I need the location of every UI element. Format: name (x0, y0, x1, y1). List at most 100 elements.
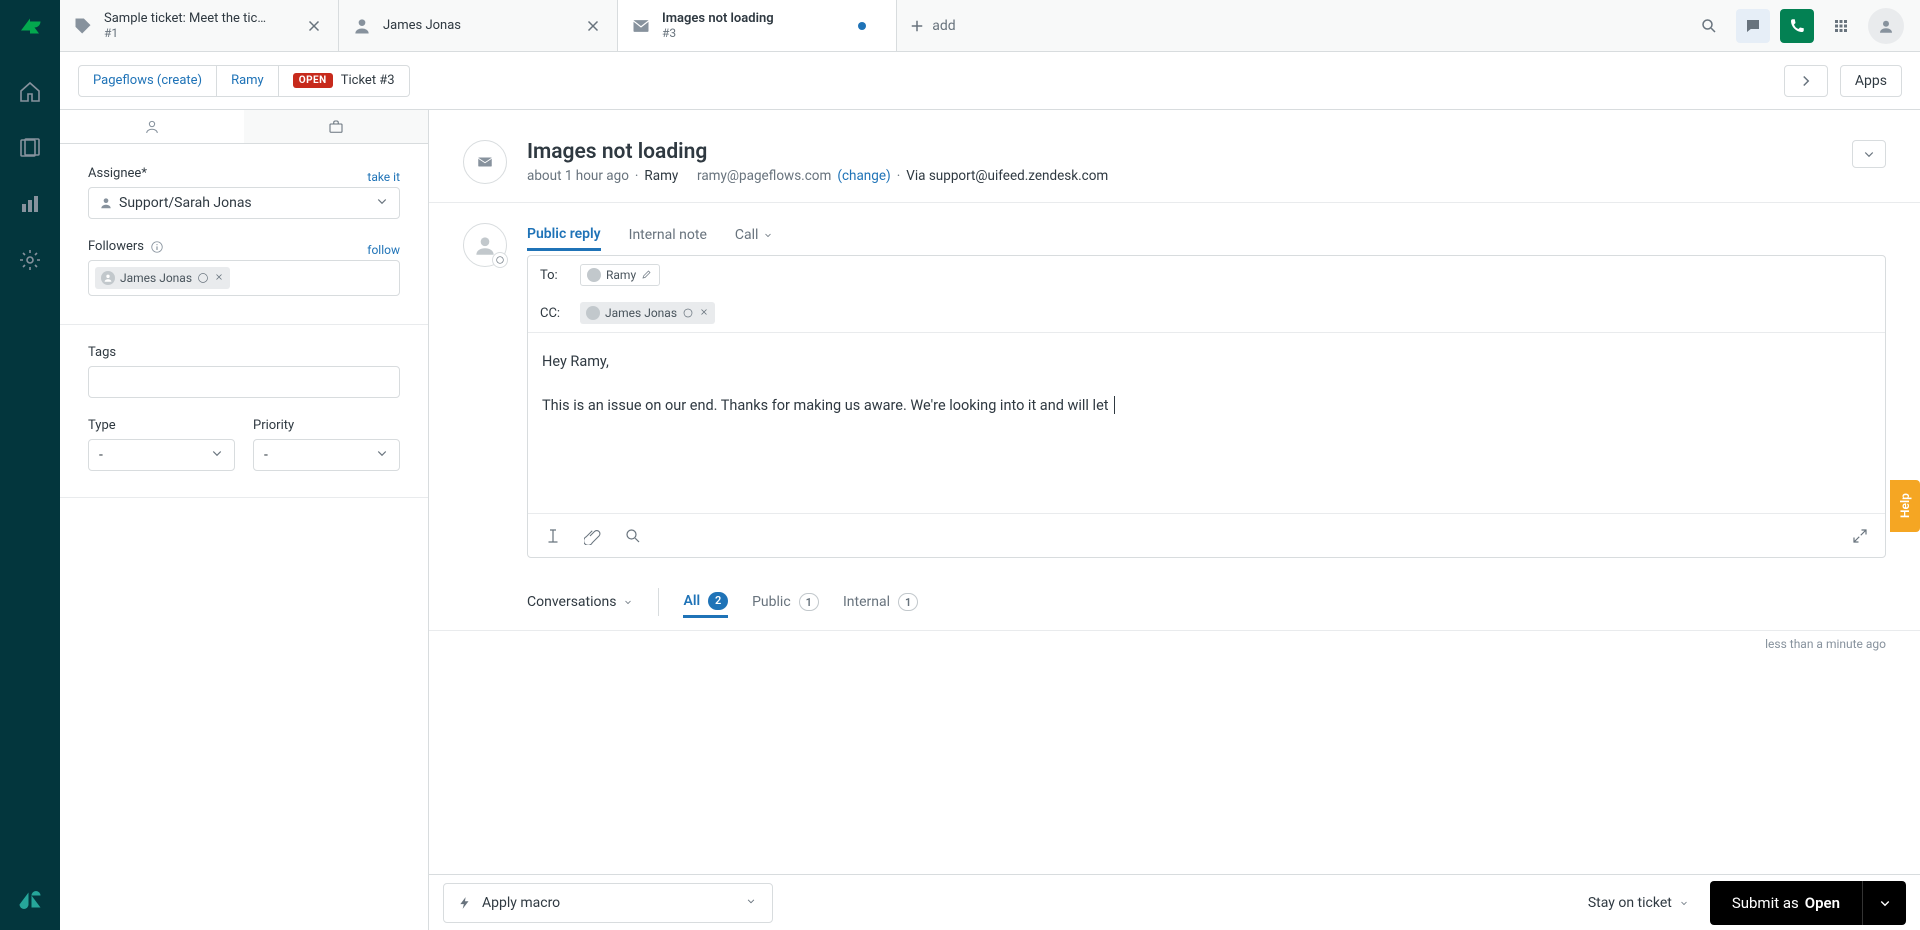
unsaved-indicator-icon (858, 22, 866, 30)
collapse-button[interactable] (1852, 140, 1886, 168)
type-select[interactable]: - (88, 439, 235, 471)
chat-icon (1744, 17, 1762, 35)
breadcrumb-ticket[interactable]: OPEN Ticket #3 (279, 65, 410, 97)
mail-icon (476, 153, 494, 171)
close-icon[interactable] (302, 14, 326, 38)
user-icon (143, 118, 161, 136)
change-requester-link[interactable]: (change) (837, 168, 890, 184)
tags-input[interactable] (88, 366, 400, 398)
take-it-link[interactable]: take it (367, 170, 400, 184)
tab-ticket-3[interactable]: Images not loading #3 (618, 0, 897, 51)
follow-link[interactable]: follow (367, 243, 400, 257)
to-pill: Ramy (580, 264, 660, 286)
composer-box: To: Ramy CC: James Jonas (527, 255, 1886, 558)
chevron-down-icon (1860, 145, 1878, 163)
chevron-down-icon (762, 229, 774, 241)
tab-public-reply[interactable]: Public reply (527, 226, 601, 251)
user-icon (1877, 17, 1895, 35)
tab-call[interactable]: Call (735, 227, 775, 249)
tab-user[interactable]: James Jonas (339, 0, 618, 51)
tags-label: Tags (88, 345, 400, 360)
attach-button[interactable] (580, 523, 606, 549)
expand-composer-button[interactable] (1847, 523, 1873, 549)
add-tab-button[interactable]: add (897, 0, 967, 51)
cc-pill: James Jonas (580, 302, 715, 324)
briefcase-icon (327, 118, 345, 136)
tab-title: Images not loading (662, 11, 884, 27)
chevron-down-icon (1876, 894, 1894, 912)
filter-all[interactable]: All 2 (683, 586, 728, 618)
zendesk-footer-logo (0, 870, 60, 930)
priority-value: - (264, 447, 268, 463)
zendesk-logo[interactable] (10, 6, 50, 46)
nav-home[interactable] (6, 68, 54, 116)
tab-title: James Jonas (383, 18, 571, 34)
profile-avatar[interactable] (1868, 8, 1904, 44)
submit-caret-button[interactable] (1862, 881, 1906, 925)
chat-button[interactable] (1736, 9, 1770, 43)
expand-button[interactable] (1784, 65, 1828, 97)
conversations-dropdown[interactable]: Conversations (527, 588, 659, 616)
close-icon[interactable] (581, 14, 605, 38)
remove-icon[interactable] (214, 271, 224, 285)
chevron-down-icon (1678, 897, 1690, 909)
filter-internal[interactable]: Internal 1 (843, 586, 918, 618)
bolt-icon (458, 896, 472, 910)
phone-button[interactable] (1780, 9, 1814, 43)
phone-icon (1788, 17, 1806, 35)
avatar-mini-icon (586, 306, 600, 320)
ticket-ref: Ticket #3 (341, 73, 395, 88)
plus-icon (908, 17, 926, 35)
header-actions (1692, 0, 1904, 52)
nav-views[interactable] (6, 124, 54, 172)
followers-input[interactable]: James Jonas (88, 260, 400, 296)
message-textarea[interactable]: Hey Ramy, This is an issue on our end. T… (528, 333, 1885, 513)
format-button[interactable] (540, 523, 566, 549)
chevron-right-icon (1797, 72, 1815, 90)
assignee-select[interactable]: Support/Sarah Jonas (88, 187, 400, 219)
conversation-time: less than a minute ago (429, 631, 1920, 651)
bottom-bar: Apply macro Stay on ticket Submit as Ope… (429, 874, 1920, 930)
text-icon (544, 527, 562, 545)
tab-title: Sample ticket: Meet the tic… (104, 11, 292, 27)
apps-grid-button[interactable] (1824, 9, 1858, 43)
edit-icon[interactable] (641, 268, 653, 283)
channel-indicator (463, 140, 507, 184)
nav-reporting[interactable] (6, 180, 54, 228)
followers-label: Followers (88, 239, 164, 254)
agent-avatar (463, 223, 507, 267)
public-count: 1 (799, 593, 819, 611)
chevron-down-icon (744, 894, 758, 912)
breadcrumb-org[interactable]: Pageflows (create) (78, 65, 217, 97)
details-tab-user[interactable] (60, 110, 244, 143)
composer-toolbar (528, 513, 1885, 557)
submit-button[interactable]: Submit as Open (1710, 881, 1862, 925)
user-outline-icon (682, 307, 694, 319)
follower-pill: James Jonas (95, 267, 230, 289)
composer-wrap: Public reply Internal note Call To: Ramy (429, 203, 1920, 566)
tab-internal-note[interactable]: Internal note (629, 227, 707, 249)
search-kb-button[interactable] (620, 523, 646, 549)
cc-row[interactable]: CC: James Jonas (528, 294, 1885, 333)
to-label: To: (540, 268, 570, 283)
expand-icon (1851, 527, 1869, 545)
details-tab-ticket[interactable] (244, 110, 428, 143)
apps-button[interactable]: Apps (1840, 65, 1902, 97)
ticket-email: ramy@pageflows.com (697, 168, 831, 184)
apply-macro-button[interactable]: Apply macro (443, 883, 773, 923)
filter-public[interactable]: Public 1 (752, 586, 819, 618)
add-label: add (932, 18, 955, 34)
tab-ticket-1[interactable]: Sample ticket: Meet the tic… #1 (60, 0, 339, 51)
breadcrumb-requester[interactable]: Ramy (217, 65, 279, 97)
internal-count: 1 (898, 593, 918, 611)
stay-on-ticket-dropdown[interactable]: Stay on ticket (1588, 895, 1690, 911)
info-icon (150, 240, 164, 254)
priority-select[interactable]: - (253, 439, 400, 471)
search-button[interactable] (1692, 9, 1726, 43)
nav-admin[interactable] (6, 236, 54, 284)
help-tab[interactable]: Help (1890, 480, 1920, 532)
remove-icon[interactable] (699, 306, 709, 320)
chevron-down-icon (373, 192, 391, 214)
ticket-meta: about 1 hour ago · Ramy ramy@pageflows.c… (527, 168, 1832, 184)
search-icon (624, 527, 642, 545)
